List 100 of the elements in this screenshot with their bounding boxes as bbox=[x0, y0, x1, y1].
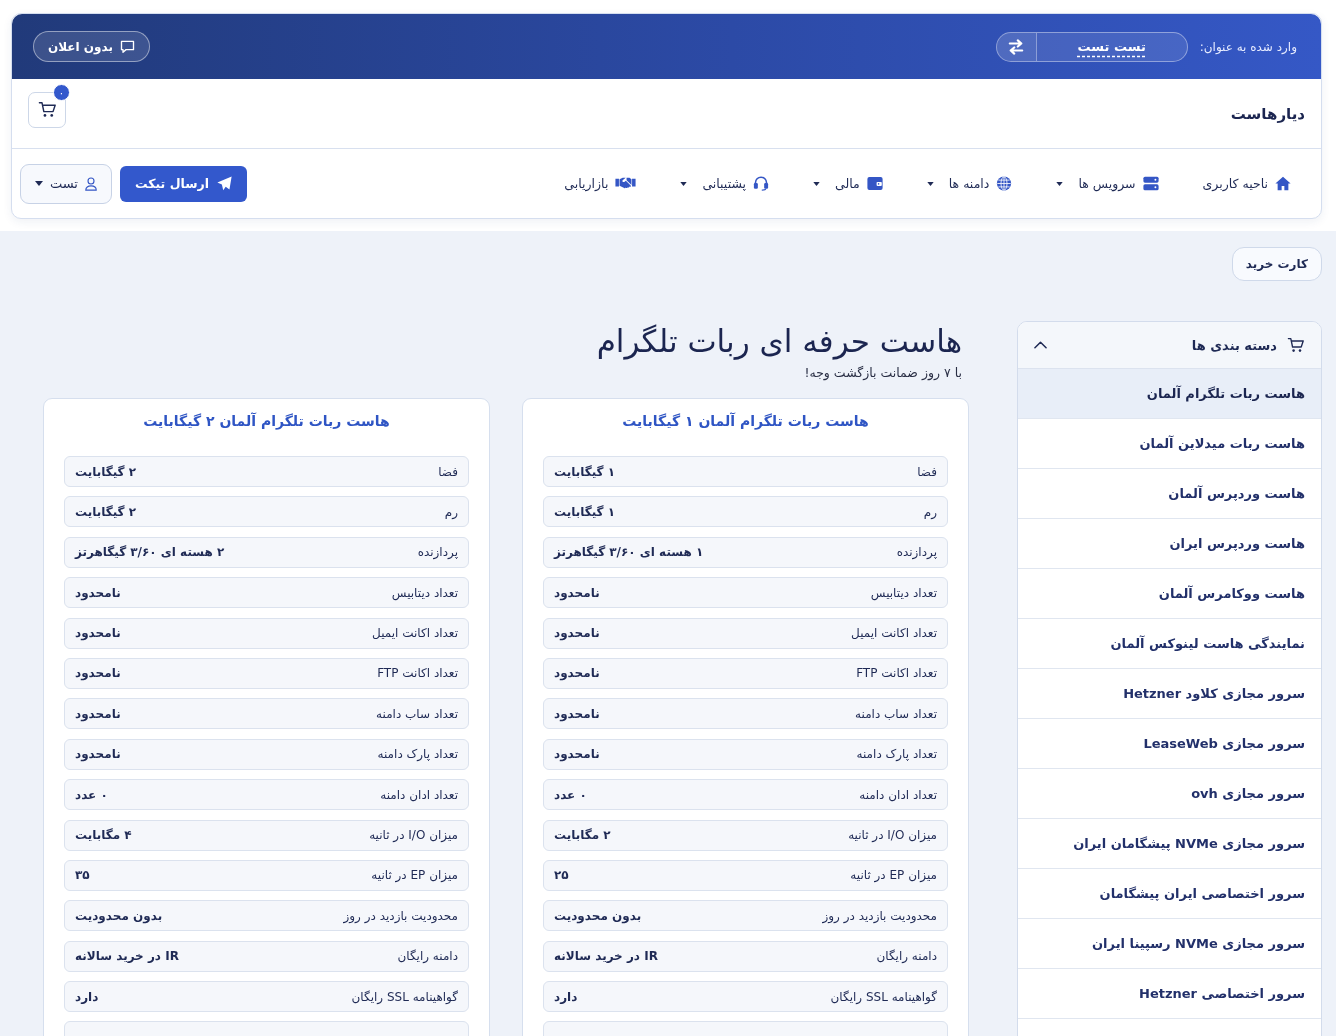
spec-value: ۴ مگابایت bbox=[75, 828, 132, 842]
account-name-link[interactable]: تست تست bbox=[1036, 39, 1187, 54]
spec-label: تعداد اکانت ایمیل bbox=[851, 626, 937, 641]
handshake-icon bbox=[615, 176, 637, 191]
spec-label: محدودیت بازدید در روز bbox=[822, 908, 937, 923]
spec-label: میزان EP در ثانیه bbox=[850, 868, 937, 883]
category-link[interactable]: هاست ووکامرس آلمان bbox=[1018, 569, 1321, 619]
category-link[interactable]: سرور مجازی NVMe رسپینا ایران bbox=[1018, 919, 1321, 969]
spec-label: فضا bbox=[438, 464, 458, 479]
wallet-icon bbox=[866, 176, 883, 191]
spec-value: ۲ هسته ای ۳/۶۰ گیگاهرتز bbox=[75, 545, 225, 560]
spec-value: ۳۵ bbox=[75, 868, 90, 883]
categories-title: دسته بندی ها bbox=[1191, 337, 1277, 353]
nav-link[interactable]: پشتیبانی bbox=[680, 176, 770, 191]
spec-label: محدودیت بازدید در روز bbox=[343, 908, 458, 923]
spec-label: تعداد اکانت FTP bbox=[377, 666, 458, 681]
nav-link[interactable]: بازاریابی bbox=[564, 176, 637, 191]
caret-icon bbox=[35, 181, 43, 186]
spec-value: نامحدود bbox=[554, 585, 600, 600]
spec-label: میزان I/O در ثانیه bbox=[369, 828, 458, 842]
nav-link[interactable]: سرویس ها bbox=[1056, 176, 1159, 191]
spec-value: ۰ عدد bbox=[75, 787, 108, 802]
spec-value: ۲۵ bbox=[554, 868, 569, 883]
chevron-up-icon[interactable] bbox=[1034, 341, 1047, 349]
cart-count-badge: ۰ bbox=[53, 83, 70, 101]
spec-value: نامحدود bbox=[75, 747, 121, 762]
product-title: هاست ربات تلگرام آلمان ۱ گیگابایت bbox=[621, 411, 870, 431]
spec-value: IR در خرید سالانه bbox=[75, 949, 179, 964]
spec-value: نامحدود bbox=[554, 626, 600, 641]
switch-account-button[interactable] bbox=[996, 32, 1037, 61]
spec-label: میزان EP در ثانیه bbox=[371, 868, 458, 883]
globe-icon bbox=[996, 176, 1013, 191]
spec-label: تعداد دیتابیس bbox=[870, 585, 937, 600]
spec-label: میزان I/O در ثانیه bbox=[848, 828, 937, 842]
category-link[interactable]: سرور مجازی کلاود Hetzner bbox=[1018, 669, 1321, 719]
spec-value: ۱ گیگابایت bbox=[554, 504, 616, 519]
nav-link[interactable]: ناحیه کاربری bbox=[1202, 176, 1291, 191]
swap-arrows-icon bbox=[1007, 38, 1026, 55]
spec-label: تعداد پارک دامنه bbox=[856, 747, 937, 762]
page-subtitle: با ۷ روز ضمانت بازگشت وجه! bbox=[803, 365, 963, 380]
servers-icon bbox=[1142, 176, 1159, 191]
spec-label: رم bbox=[923, 504, 937, 519]
spec-label: دامنه رایگان bbox=[397, 949, 458, 964]
logged-in-label: وارد شده به عنوان: bbox=[1199, 39, 1297, 54]
spec-value: نامحدود bbox=[554, 747, 600, 762]
category-link[interactable]: هاست وردپرس ایران bbox=[1018, 519, 1321, 569]
spec-label: تعداد اکانت ایمیل bbox=[372, 626, 458, 641]
spec-value: IR در خرید سالانه bbox=[554, 949, 658, 964]
spec-value: ۲ مگابایت bbox=[554, 828, 611, 842]
brand-name: دیارهاست bbox=[1230, 104, 1305, 123]
spec-value: نامحدود bbox=[75, 706, 121, 721]
spec-value: نامحدود bbox=[75, 585, 121, 600]
product-title: هاست ربات تلگرام آلمان ۲ گیگابایت bbox=[142, 411, 391, 431]
category-link[interactable]: نمایندگی هاست لینوکس آلمان bbox=[1018, 619, 1321, 669]
spec-value: نامحدود bbox=[75, 666, 121, 681]
category-link[interactable]: هاست وردپرس آلمان bbox=[1018, 469, 1321, 519]
spec-value: نامحدود bbox=[554, 666, 600, 681]
headset-icon bbox=[753, 176, 770, 191]
category-link[interactable]: سرور اختصاصی Hetzner bbox=[1018, 969, 1321, 1019]
spec-label: پردازنده bbox=[417, 545, 458, 560]
spec-label: تعداد دیتابیس bbox=[391, 585, 458, 600]
user-menu-button[interactable]: تست bbox=[20, 163, 112, 204]
cart-icon bbox=[37, 101, 57, 118]
chat-icon bbox=[120, 39, 135, 54]
spec-label: رم bbox=[444, 504, 458, 519]
category-link[interactable]: هاست ربات تلگرام آلمان bbox=[1018, 369, 1321, 419]
category-link[interactable]: سرور اختصاصی ایران پیشگامان bbox=[1018, 869, 1321, 919]
category-link[interactable]: سرور مجازی LeaseWeb bbox=[1018, 719, 1321, 769]
spec-label: تعداد پارک دامنه bbox=[377, 747, 458, 762]
spec-label: تعداد ادان دامنه bbox=[380, 787, 458, 802]
spec-label: فضا bbox=[917, 464, 937, 479]
nav-link[interactable]: دامنه ها bbox=[926, 176, 1013, 191]
spec-value: نامحدود bbox=[554, 706, 600, 721]
category-link[interactable]: سرور مجازی NVMe پیشگامان ایران bbox=[1018, 819, 1321, 869]
spec-label: گواهینامه SSL رایگان bbox=[351, 989, 458, 1004]
user-icon bbox=[85, 176, 97, 191]
home-icon bbox=[1275, 176, 1291, 191]
spec-label: گواهینامه SSL رایگان bbox=[830, 989, 937, 1004]
spec-value: نامحدود bbox=[75, 626, 121, 641]
cart-link-button[interactable]: کارت خرید bbox=[1231, 247, 1322, 281]
spec-value: ۲ گیگابایت bbox=[75, 464, 137, 479]
spec-value: دارد bbox=[554, 989, 578, 1004]
nav-link[interactable]: مالی bbox=[813, 176, 883, 191]
spec-label: تعداد ساب دامنه bbox=[376, 706, 458, 721]
spec-label: دامنه رایگان bbox=[876, 949, 937, 964]
spec-value: بدون محدودیت bbox=[554, 908, 642, 923]
spec-label: پردازنده bbox=[896, 545, 937, 560]
send-ticket-button[interactable]: ارسال تیکت bbox=[120, 165, 247, 202]
category-link[interactable]: هاست ربات میدلاین آلمان bbox=[1018, 419, 1321, 469]
spec-value: ۱ گیگابایت bbox=[554, 464, 616, 479]
spec-label: تعداد ساب دامنه bbox=[855, 706, 937, 721]
notifications-button[interactable]: بدون اعلان bbox=[33, 31, 150, 62]
page-title: هاست حرفه ای ربات تلگرام bbox=[595, 322, 963, 361]
spec-label: تعداد اکانت FTP bbox=[856, 666, 937, 681]
cart-icon bbox=[1287, 337, 1305, 353]
spec-value: ۰ عدد bbox=[554, 787, 587, 802]
spec-value: دارد bbox=[75, 989, 99, 1004]
spec-value: ۲ گیگابایت bbox=[75, 504, 137, 519]
cart-button[interactable] bbox=[28, 91, 66, 128]
category-link[interactable]: سرور مجازی ovh bbox=[1018, 769, 1321, 819]
